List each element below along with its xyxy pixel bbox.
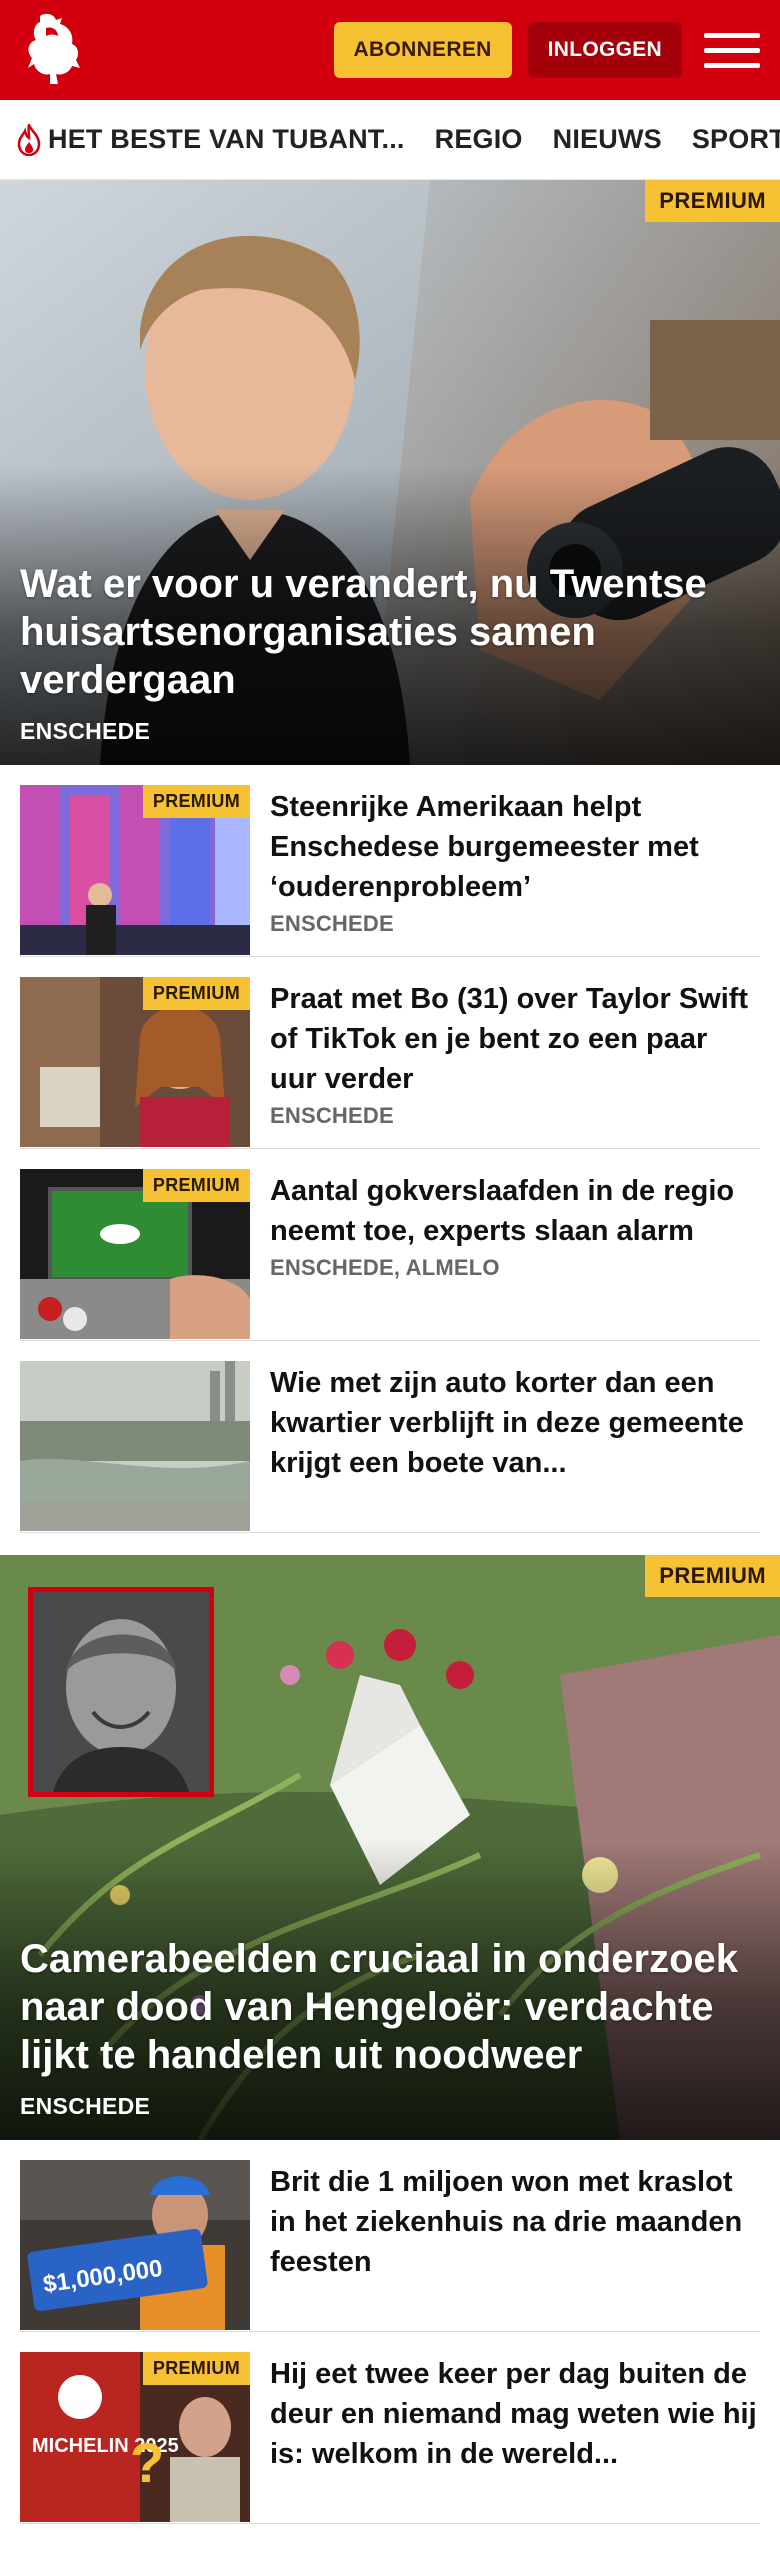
article-title[interactable]: Brit die 1 miljoen won met kraslot in he… (270, 2162, 760, 2282)
article-list-2: $1,000,000 Brit die 1 miljoen won met kr… (0, 2140, 780, 2524)
article-list-1: PREMIUM Steenrijke Amerikaan helpt Ensch… (0, 765, 780, 1533)
list-item[interactable]: $1,000,000 Brit die 1 miljoen won met kr… (20, 2140, 760, 2332)
hero-article-1[interactable]: PREMIUM Wat er voor u verandert, nu Twen… (0, 180, 780, 765)
tubantia-horse-logo[interactable] (20, 10, 88, 90)
article-thumbnail: PREMIUM (20, 977, 250, 1147)
hero-location: ENSCHEDE (20, 2093, 151, 2119)
article-title[interactable]: Wie met zijn auto korter dan een kwartie… (270, 1363, 760, 1483)
site-header: ABONNEREN INLOGGEN (0, 0, 780, 100)
subscribe-button[interactable]: ABONNEREN (333, 22, 512, 78)
premium-badge: PREMIUM (142, 1169, 250, 1202)
article-location: ENSCHEDE, ALMELO (270, 1255, 500, 1280)
list-item[interactable]: PREMIUM Steenrijke Amerikaan helpt Ensch… (20, 765, 760, 957)
nav-item-regio[interactable]: REGIO (435, 124, 523, 155)
article-thumbnail: $1,000,000 (20, 2160, 250, 2330)
article-title[interactable]: Praat met Bo (31) over Taylor Swift of T… (270, 979, 760, 1099)
login-button[interactable]: INLOGGEN (527, 22, 682, 78)
premium-badge: PREMIUM (645, 1555, 780, 1597)
svg-text:?: ? (130, 2431, 164, 2494)
hero-title[interactable]: Camerabeelden cruciaal in onderzoek naar… (20, 1935, 760, 2079)
premium-badge: PREMIUM (645, 180, 780, 222)
article-title[interactable]: Aantal gokverslaafden in de regio neemt … (270, 1171, 760, 1251)
nav-item-nieuws[interactable]: NIEUWS (553, 124, 662, 155)
flame-icon (17, 123, 41, 156)
article-title[interactable]: Steenrijke Amerikaan helpt Enschedese bu… (270, 787, 760, 907)
list-item[interactable]: MICHELIN 2025 ? PREMIUM Hij eet twee kee… (20, 2332, 760, 2524)
hero-title[interactable]: Wat er voor u verandert, nu Twentse huis… (20, 560, 760, 704)
nav-item-sport[interactable]: SPORT (692, 124, 780, 155)
premium-badge: PREMIUM (142, 785, 250, 818)
article-thumbnail (20, 1361, 250, 1531)
victim-photo (28, 1587, 214, 1797)
list-item[interactable]: PREMIUM Praat met Bo (31) over Taylor Sw… (20, 957, 760, 1149)
nav-label: HET BESTE VAN TUBANT... (48, 124, 405, 154)
premium-badge: PREMIUM (142, 2352, 250, 2385)
hero-article-2[interactable]: PREMIUM Camerabeelden cruciaal in onderz… (0, 1555, 780, 2140)
category-nav: HET BESTE VAN TUBANT... REGIO NIEUWS SPO… (0, 100, 780, 180)
article-location: ENSCHEDE (270, 1103, 394, 1128)
header-actions: ABONNEREN INLOGGEN (333, 22, 760, 78)
article-thumbnail: PREMIUM (20, 1169, 250, 1339)
article-location: ENSCHEDE (270, 911, 394, 936)
article-thumbnail: MICHELIN 2025 ? PREMIUM (20, 2352, 250, 2522)
menu-icon[interactable] (704, 22, 760, 78)
nav-item-best-of[interactable]: HET BESTE VAN TUBANT... (16, 123, 405, 156)
article-title[interactable]: Hij eet twee keer per dag buiten de deur… (270, 2354, 760, 2474)
premium-badge: PREMIUM (142, 977, 250, 1010)
list-item[interactable]: Wie met zijn auto korter dan een kwartie… (20, 1341, 760, 1533)
article-thumbnail: PREMIUM (20, 785, 250, 955)
list-item[interactable]: PREMIUM Aantal gokverslaafden in de regi… (20, 1149, 760, 1341)
hero-location: ENSCHEDE (20, 718, 151, 744)
